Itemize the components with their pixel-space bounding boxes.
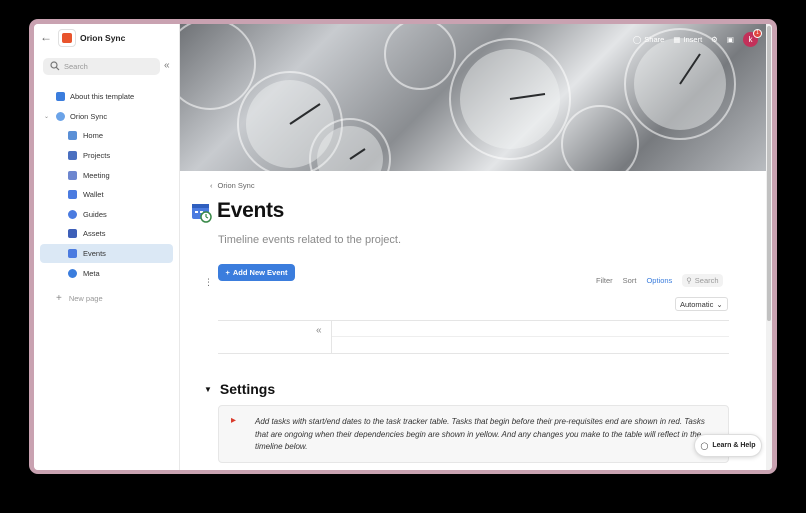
options-button[interactable]: Options (646, 276, 672, 285)
plus-icon: + (225, 268, 230, 277)
sidebar-item-label: About this template (70, 92, 135, 102)
collapse-sidebar-icon[interactable]: « (164, 60, 170, 71)
new-page-label: New page (68, 293, 103, 303)
sidebar-item-guides[interactable]: Guides (40, 205, 173, 225)
lightbulb-icon: ◯ (700, 442, 709, 450)
comments-icon[interactable]: ▣ (727, 35, 734, 44)
sidebar-item-label: Guides (83, 209, 107, 219)
sidebar-item-label: Events (83, 249, 106, 259)
sidebar-item-assets[interactable]: Assets (40, 224, 173, 244)
breadcrumb[interactable]: ‹ Orion Sync (210, 181, 255, 190)
learn-help-button[interactable]: ◯ Learn & Help (694, 434, 762, 457)
user-icon: ◯ (632, 34, 642, 44)
grid-icon: ▦ (673, 34, 681, 44)
sidebar-item-label: Assets (83, 229, 106, 239)
sidebar-nav: About this template ⌄ Orion Sync Home Pr… (40, 87, 173, 283)
add-new-event-label: Add New Event (232, 268, 288, 277)
workspace-name[interactable]: Orion Sync (80, 33, 125, 43)
projects-icon (68, 151, 77, 161)
meeting-icon (68, 170, 77, 180)
workspace-logo-icon[interactable] (58, 29, 76, 47)
page-description[interactable]: Timeline events related to the project. (218, 234, 401, 246)
info-icon (56, 92, 65, 102)
sort-button[interactable]: Sort (623, 276, 637, 285)
sidebar-item-label: Meta (83, 268, 100, 278)
triangle-down-icon[interactable]: ▼ (204, 385, 212, 394)
chevron-left-icon: ‹ (210, 181, 213, 190)
sidebar-item-label: Home (83, 131, 104, 141)
chevron-down-icon: ⌄ (716, 299, 723, 309)
notification-badge: 1 (753, 28, 762, 38)
settings-heading-label: Settings (219, 381, 276, 397)
timeline-table-panel (218, 321, 332, 353)
callout-text: Add tasks with start/end dates to the ta… (255, 417, 705, 451)
topbar: ◯ Share ▦ Insert ⚙ ▣ k 1 (633, 28, 762, 49)
sidebar: ← Orion Sync Search « About this templat… (34, 24, 180, 470)
sidebar-item-label: Wallet (83, 190, 104, 200)
sidebar-item-meeting[interactable]: Meeting (40, 165, 173, 185)
sidebar-item-projects[interactable]: Projects (40, 146, 173, 166)
scrollbar[interactable] (766, 24, 772, 470)
sidebar-item-events[interactable]: Events (40, 243, 173, 264)
search-placeholder: Search (64, 62, 88, 71)
collapse-table-icon[interactable]: « (316, 325, 322, 336)
zoom-select-value: Automatic (680, 299, 714, 309)
search-icon (50, 61, 60, 71)
sidebar-search-input[interactable]: Search (43, 58, 160, 75)
sidebar-item-meta[interactable]: Meta (40, 263, 173, 283)
filter-button[interactable]: Filter (596, 276, 613, 285)
timeline-view[interactable]: « (218, 320, 729, 354)
page-title[interactable]: Events (217, 199, 284, 223)
add-new-event-button[interactable]: + Add New Event (218, 264, 295, 281)
main-content: ◯ Share ▦ Insert ⚙ ▣ k 1 ‹ Orion Sync Ev… (180, 24, 772, 470)
wallet-icon (68, 190, 77, 200)
info-icon (68, 268, 77, 278)
cover-image[interactable]: ◯ Share ▦ Insert ⚙ ▣ k 1 (180, 24, 766, 171)
scrollbar-thumb[interactable] (767, 26, 771, 321)
sidebar-item-label: Orion Sync (70, 111, 108, 121)
sidebar-item-about[interactable]: About this template (40, 87, 173, 107)
settings-callout[interactable]: ▸ Add tasks with start/end dates to the … (218, 405, 729, 463)
share-button[interactable]: ◯ Share (633, 35, 664, 44)
view-toolbar: Filter Sort Options ⚲ Search (596, 274, 723, 287)
app-window: ← Orion Sync Search « About this templat… (34, 24, 772, 470)
back-arrow-icon[interactable]: ← (38, 29, 54, 45)
avatar[interactable]: k 1 (743, 28, 762, 47)
search-icon: ⚲ (686, 276, 692, 285)
timeline-header-line (332, 336, 729, 337)
sidebar-item-label: Projects (83, 151, 111, 161)
gear-icon[interactable]: ⚙ (711, 35, 718, 44)
calendar-clock-icon[interactable] (191, 201, 213, 223)
learn-help-label: Learn & Help (712, 442, 756, 449)
sidebar-item-home[interactable]: Home (40, 126, 173, 146)
insert-button[interactable]: ▦ Insert (673, 35, 702, 44)
insert-label: Insert (683, 34, 703, 44)
share-label: Share (644, 34, 665, 44)
plus-icon: + (56, 292, 62, 304)
chevron-down-icon[interactable]: ⌄ (44, 113, 49, 120)
avatar-initial: k (748, 34, 753, 44)
workspace-icon (56, 111, 65, 121)
sidebar-item-wallet[interactable]: Wallet (40, 185, 173, 205)
compass-icon (68, 209, 77, 219)
breadcrumb-label: Orion Sync (217, 181, 255, 190)
sidebar-item-label: Meeting (83, 170, 110, 180)
view-search-input[interactable]: ⚲ Search (682, 274, 723, 287)
sidebar-item-orion-sync[interactable]: ⌄ Orion Sync (40, 107, 173, 127)
view-search-placeholder: Search (694, 276, 719, 285)
more-options-icon[interactable]: ⋮ (204, 277, 213, 288)
assets-icon (68, 229, 77, 239)
calendar-icon (68, 249, 77, 259)
new-page-button[interactable]: + New page (40, 291, 103, 305)
home-icon (68, 131, 77, 141)
zoom-select[interactable]: Automatic ⌄ (675, 297, 728, 311)
settings-toggle-heading[interactable]: ▼ Settings (204, 381, 275, 397)
megaphone-icon: ▸ (231, 415, 237, 426)
